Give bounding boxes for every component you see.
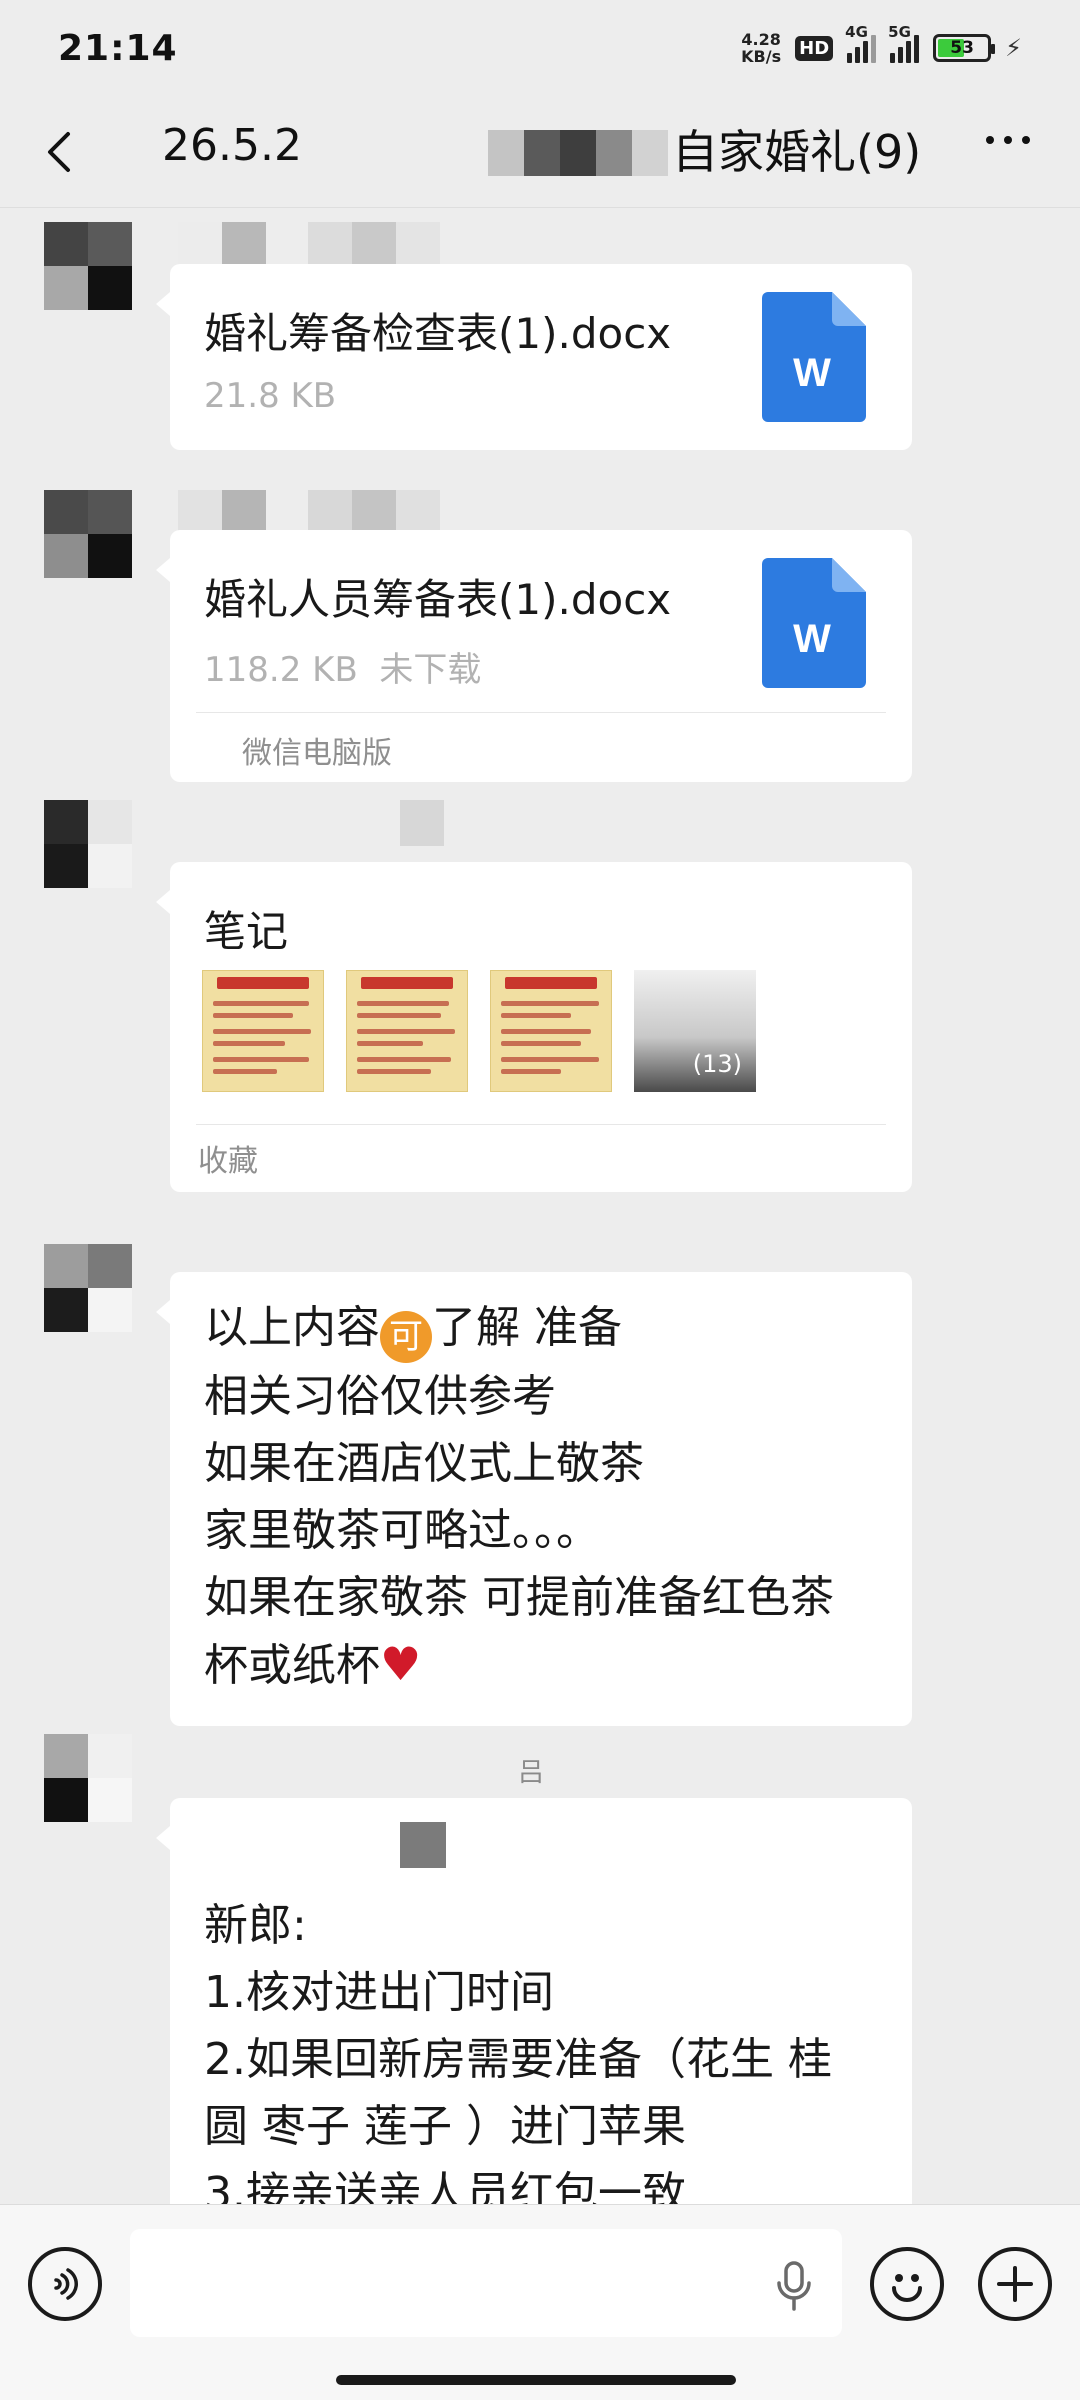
note-thumbnail	[490, 970, 612, 1092]
network-speed-unit: KB/s	[741, 47, 782, 66]
heart-icon: ♥	[380, 1637, 422, 1691]
avatar[interactable]	[44, 222, 132, 310]
note-thumbnail-more: (13)	[634, 970, 756, 1092]
signal-5g-label: 5G	[888, 23, 911, 41]
network-speed: 4.28 KB/s	[741, 31, 781, 65]
more-images-count: (13)	[692, 1050, 742, 1078]
bubble-divider	[196, 1124, 886, 1125]
voice-toggle-button[interactable]	[28, 2247, 102, 2321]
note-title: 笔记	[204, 907, 289, 956]
back-button[interactable]	[40, 130, 80, 174]
hd-badge: HD	[795, 35, 834, 61]
home-indicator[interactable]	[336, 2375, 736, 2385]
status-time: 21:14	[58, 27, 178, 69]
redacted-name-blur	[488, 130, 668, 176]
word-file-icon: W	[762, 558, 866, 688]
source-label: 微信电脑版	[242, 736, 392, 771]
avatar[interactable]	[44, 1244, 132, 1332]
message-text: 以上内容可了解 准备 相关习俗仅供参考 如果在酒店仪式上敬茶 家里敬茶可略过。。…	[204, 1302, 834, 1691]
svg-text:W: W	[793, 617, 831, 661]
back-arrow-icon	[48, 132, 70, 172]
header-date: 26.5.2	[162, 120, 302, 171]
avatar[interactable]	[44, 800, 132, 888]
emoji-icon	[892, 2274, 922, 2302]
file-size: 21.8 KB	[204, 376, 337, 416]
ke-emoji-icon: 可	[380, 1311, 432, 1363]
favorites-label: 收藏	[198, 1144, 258, 1179]
sender-name-blur	[178, 222, 440, 268]
note-thumbnail	[346, 970, 468, 1092]
message-input[interactable]	[130, 2229, 842, 2337]
download-status: 未下载	[379, 650, 482, 690]
message-text: 新郎: 1.核对进出门时间 2.如果回新房需要准备（花生 桂 圆 枣子 莲子 ）…	[204, 1900, 832, 2204]
signal-4g-icon: 4G	[845, 23, 877, 63]
chat-message-list[interactable]: 婚礼筹备检查表(1).docx 21.8 KB W 婚礼人员筹备表(1).doc…	[0, 208, 1080, 2204]
note-thumbnail	[202, 970, 324, 1092]
battery-icon: 53	[933, 34, 996, 62]
charging-icon: ⚡	[1005, 34, 1022, 62]
sender-name: 吕	[518, 1758, 545, 1788]
chat-title[interactable]: 自家婚礼(9)	[672, 116, 921, 182]
text-message[interactable]: 以上内容可了解 准备 相关习俗仅供参考 如果在酒店仪式上敬茶 家里敬茶可略过。。…	[156, 1272, 912, 1726]
plus-icon	[997, 2266, 1033, 2302]
favorites-note-message[interactable]: 笔记 (13) 收藏	[156, 862, 912, 1192]
file-name: 婚礼筹备检查表(1).docx	[204, 309, 672, 358]
avatar[interactable]	[44, 1734, 132, 1822]
sender-name-blur	[400, 800, 444, 846]
input-bar	[0, 2204, 1080, 2400]
avatar[interactable]	[44, 490, 132, 578]
signal-4g-label: 4G	[845, 23, 868, 41]
redacted-blur	[400, 1822, 446, 1868]
network-speed-value: 4.28	[741, 30, 781, 49]
more-options-button[interactable]	[986, 136, 1030, 144]
note-thumbnails: (13)	[202, 970, 756, 1092]
more-dot-icon	[986, 136, 994, 144]
text-message[interactable]: 新郎: 1.核对进出门时间 2.如果回新房需要准备（花生 桂 圆 枣子 莲子 ）…	[156, 1798, 912, 2204]
file-meta: 118.2 KB 未下载	[204, 642, 481, 691]
file-name: 婚礼人员筹备表(1).docx	[204, 575, 672, 624]
mic-icon[interactable]	[774, 2261, 814, 2311]
svg-text:W: W	[793, 351, 831, 395]
word-file-icon: W	[762, 292, 866, 422]
status-indicators: 4.28 KB/s HD 4G 5G 53 ⚡	[741, 23, 1022, 65]
plus-button[interactable]	[978, 2247, 1052, 2321]
signal-5g-icon: 5G	[888, 23, 920, 63]
bubble-divider	[196, 712, 886, 713]
battery-level: 53	[950, 38, 974, 58]
file-size: 118.2 KB	[204, 650, 358, 690]
file-message[interactable]: 婚礼筹备检查表(1).docx 21.8 KB W	[156, 264, 912, 450]
voice-toggle-icon	[54, 2268, 78, 2300]
chat-header: 26.5.2 自家婚礼(9)	[0, 96, 1080, 208]
emoji-button[interactable]	[870, 2247, 944, 2321]
status-bar: 21:14 4.28 KB/s HD 4G 5G 53 ⚡	[0, 0, 1080, 96]
file-message[interactable]: 婚礼人员筹备表(1).docx 118.2 KB 未下载 W 微信电脑版	[156, 530, 912, 782]
